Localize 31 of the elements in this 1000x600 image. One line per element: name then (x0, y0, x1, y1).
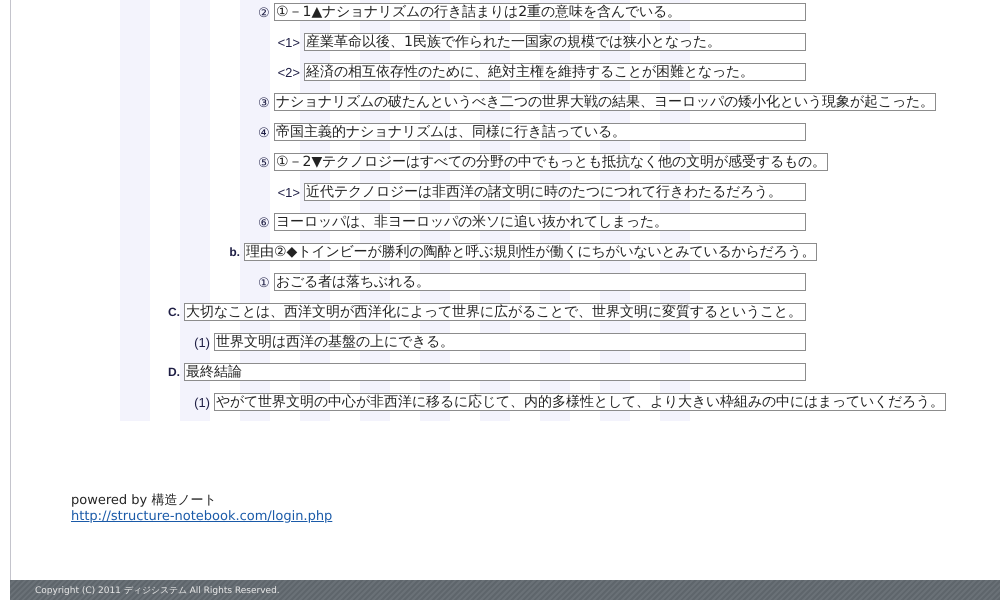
outline-marker: ④ (258, 124, 270, 140)
outline-text-box: 理由②◆トインビーが勝利の陶酔と呼ぶ規則性が働くにちがいないとみているからだろう。 (244, 243, 818, 261)
outline-marker: ② (258, 4, 270, 20)
outline-marker: <1> (278, 34, 300, 50)
outline-text-box: 最終結論 (184, 363, 806, 381)
outline-marker: ① (258, 274, 270, 290)
login-link[interactable]: http://structure-notebook.com/login.php (71, 509, 332, 524)
outline-text-box: 帝国主義的ナショナリズムは、同様に行き詰っている。 (274, 123, 806, 141)
outline-marker: (1) (194, 334, 210, 350)
outline-text-box: 経済の相互依存性のために、絶対主権を維持することが困難となった。 (304, 63, 806, 81)
outline-text-box: 世界文明は西洋の基盤の上にできる。 (214, 333, 806, 351)
outline-marker: (1) (194, 394, 210, 410)
outline-text-box: ナショナリズムの破たんというべき二つの世界大戦の結果、ヨーロッパの矮小化という現象が起こった。 (274, 93, 936, 111)
outline-marker: <1> (278, 184, 300, 200)
outline-marker: <2> (278, 64, 300, 80)
outline-text-box: おごる者は落ちぶれる。 (274, 273, 806, 291)
outline-text-box: ①－1▲ナショナリズムの行き詰まりは2重の意味を含んでいる。 (274, 3, 806, 21)
outline-text-box: やがて世界文明の中心が非西洋に移るに応じて、内的多様性として、より大きい枠組みの中にはまっていくだろう。 (214, 393, 946, 411)
outline-text-box: ヨーロッパは、非ヨーロッパの米ソに追い抜かれてしまった。 (274, 213, 806, 231)
outline-marker: b. (229, 245, 240, 259)
outline-text-box: 近代テクノロジーは非西洋の諸文明に時のたつにつれて行きわたるだろう。 (304, 183, 806, 201)
outline-marker: ③ (258, 94, 270, 110)
outline-text-box: 産業革命以後、1民族で作られた一国家の規模では狭小となった。 (304, 33, 806, 51)
outline-text-box: 大切なことは、西洋文明が西洋化によって世界に広がることで、世界文明に変質するということ。 (184, 303, 806, 321)
powered-by-text: powered by 構造ノート (71, 492, 216, 509)
outline-marker: ⑥ (258, 214, 270, 230)
outline-marker: D. (168, 365, 180, 379)
outline-text-box: ①－2▼テクノロジーはすべての分野の中でもっとも抵抗なく他の文明が感受するもの。 (274, 153, 828, 171)
outline-marker: C. (168, 305, 180, 319)
outline-marker: ⑤ (258, 154, 270, 170)
copyright-bar: Copyright (C) 2011 ディジシステム All Rights Reserved. (10, 580, 1000, 600)
